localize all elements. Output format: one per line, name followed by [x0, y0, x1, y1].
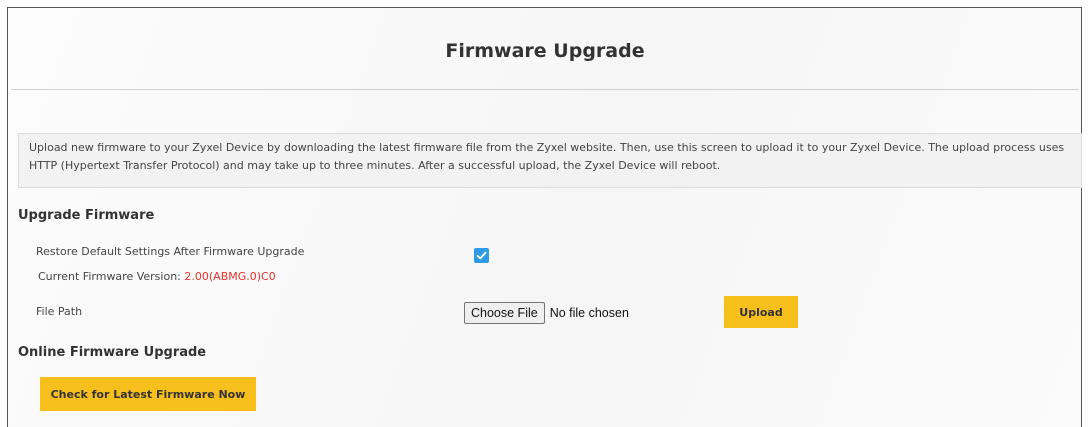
- upload-button[interactable]: Upload: [724, 296, 798, 328]
- file-path-label: File Path: [36, 305, 83, 318]
- choose-file-button[interactable]: Choose File: [464, 302, 545, 324]
- current-firmware-version: Current Firmware Version: 2.00(ABMG.0)C0: [38, 270, 276, 283]
- firmware-upgrade-panel: [7, 7, 1082, 427]
- current-version-value: 2.00(ABMG.0)C0: [184, 270, 276, 283]
- restore-defaults-checkbox[interactable]: [474, 248, 489, 263]
- title-divider: [11, 89, 1079, 90]
- restore-defaults-label: Restore Default Settings After Firmware …: [36, 245, 305, 258]
- online-firmware-upgrade-heading: Online Firmware Upgrade: [18, 345, 207, 360]
- upgrade-firmware-heading: Upgrade Firmware: [18, 208, 155, 223]
- figure-caption-fragment: [0, 0, 1090, 6]
- page-title: Firmware Upgrade: [445, 40, 645, 62]
- file-input[interactable]: Choose File No file chosen: [464, 302, 629, 324]
- checkmark-icon: [476, 251, 487, 260]
- check-latest-firmware-button[interactable]: Check for Latest Firmware Now: [40, 377, 256, 411]
- current-version-label: Current Firmware Version:: [38, 270, 181, 283]
- file-status-text: No file chosen: [549, 306, 629, 320]
- description-box: Upload new firmware to your Zyxel Device…: [18, 133, 1082, 188]
